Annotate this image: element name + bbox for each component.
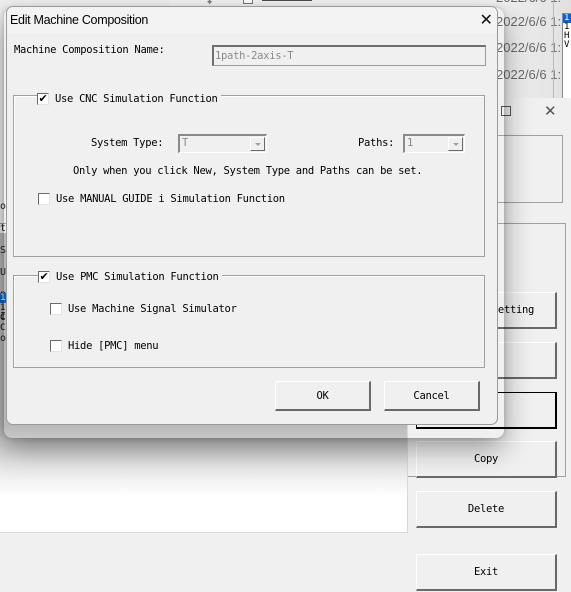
composition-name-input[interactable]: 1path-2axis-T [212, 45, 486, 66]
machine-signal-simulator-checkbox[interactable]: Use Machine Signal Simulator [50, 303, 237, 315]
checkbox-checked-icon[interactable]: ✔ [38, 271, 50, 283]
ok-button-label: OK [316, 389, 329, 402]
system-type-label: System Type: [91, 137, 164, 149]
cnc-simulation-label: Use CNC Simulation Function [55, 93, 218, 105]
date-cell: 2022/6/6 1: [496, 0, 571, 5]
dialog-title-bar: Edit Machine Composition ✕ [7, 7, 497, 33]
chevron-down-icon[interactable] [448, 137, 463, 151]
pmc-group [13, 275, 485, 368]
manual-guide-label: Use MANUAL GUIDE i Simulation Function [56, 193, 285, 205]
checkbox-unchecked-icon[interactable] [50, 340, 62, 352]
hide-pmc-menu-checkbox[interactable]: Hide [PMC] menu [50, 340, 159, 352]
delete-button-label: Delete [467, 503, 505, 515]
chevron-down-icon[interactable] [250, 137, 265, 151]
copy-button-label: Copy [473, 453, 499, 465]
ok-button[interactable]: OK [275, 381, 371, 411]
cancel-button-label: Cancel [413, 389, 450, 402]
name-label: Machine Composition Name: [14, 44, 165, 56]
paths-value: 1 [407, 137, 414, 149]
close-icon[interactable]: ✕ [544, 102, 557, 120]
dialog-title: Edit Machine Composition [10, 13, 149, 27]
divider [553, 0, 554, 100]
exit-button-label: Exit [473, 566, 499, 578]
exit-button[interactable]: Exit [416, 554, 557, 591]
paths-label: Paths: [358, 137, 395, 149]
list-item[interactable]: V: [563, 41, 571, 50]
date-cell: 2022/6/6 1: [496, 40, 562, 55]
delete-button[interactable]: Delete [416, 491, 557, 528]
checkbox-unchecked-icon[interactable] [50, 303, 62, 315]
background-list[interactable]: 1- 1: H: V: [562, 13, 571, 101]
copy-button[interactable]: Copy [416, 441, 557, 478]
cancel-button[interactable]: Cancel [384, 381, 480, 411]
paths-select[interactable]: 1 [403, 134, 465, 153]
system-type-select[interactable]: T [178, 134, 267, 153]
checkbox-icon [243, 0, 253, 4]
note-text: Only when you click New, System Type and… [73, 165, 423, 177]
cnc-simulation-checkbox[interactable]: ✔ Use CNC Simulation Function [37, 93, 221, 105]
system-type-value: T [182, 137, 189, 149]
hide-pmc-menu-label: Hide [PMC] menu [68, 340, 159, 352]
pmc-simulation-checkbox[interactable]: ✔ Use PMC Simulation Function [38, 271, 222, 283]
checkbox-checked-icon[interactable]: ✔ [37, 93, 49, 105]
close-icon[interactable]: ✕ [474, 8, 497, 32]
pmc-simulation-label: Use PMC Simulation Function [56, 271, 219, 283]
edit-machine-composition-dialog: Edit Machine Composition ✕ Machine Compo… [6, 6, 498, 425]
truncated-label [262, 0, 312, 1]
date-cell: 2022/6/6 1: [496, 67, 562, 82]
date-cell: 2022/6/6 1: [496, 14, 562, 29]
machine-signal-simulator-label: Use Machine Signal Simulator [68, 303, 237, 315]
manual-guide-checkbox[interactable]: Use MANUAL GUIDE i Simulation Function [38, 193, 285, 205]
checkbox-unchecked-icon[interactable] [38, 193, 50, 205]
